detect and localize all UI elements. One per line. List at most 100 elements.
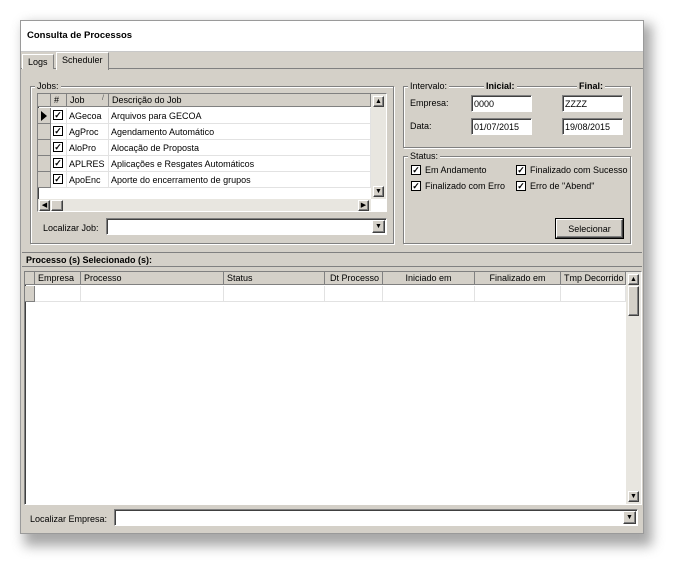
final-label: Final: [577,81,605,91]
empresa-search-label: Localizar Empresa: [30,514,108,524]
em-andamento-label: Em Andamento [425,165,487,175]
checkbox-check-icon: ✓ [516,165,526,175]
indicator-header [38,94,51,107]
scroll-right-icon[interactable]: ▶ [358,200,369,211]
tmp-cell [561,286,626,302]
job-checkbox[interactable]: ✓ [53,174,63,184]
finalizado-column-header[interactable]: Finalizado em [475,272,561,285]
tab-logs[interactable]: Logs [22,54,54,69]
iniciado-cell [383,286,475,302]
checkbox-check-icon: ✓ [411,181,421,191]
processos-grid: Empresa Processo Status Dt Processo Inic… [24,271,642,505]
status-cell [224,286,325,302]
jobs-legend: Jobs: [35,81,61,91]
status-column-header[interactable]: Status [224,272,325,285]
job-row[interactable]: ✓ APLRES Aplicações e Resgates Automátic… [38,156,386,172]
job-check-cell[interactable]: ✓ [51,156,67,172]
inicial-label: Inicial: [484,81,517,91]
check-column-header[interactable]: # [51,94,67,107]
selecionar-button[interactable]: Selecionar [555,218,624,239]
empresa-cell [35,286,81,302]
sort-indicator-icon: / [102,95,104,102]
job-checkbox[interactable]: ✓ [53,126,63,136]
empresa-final-input[interactable]: ZZZZ [562,95,623,112]
finalizado-sucesso-label: Finalizado com Sucesso [530,165,628,175]
desc-column-header[interactable]: Descrição do Job [109,94,371,107]
chevron-down-icon[interactable]: ▼ [623,511,636,524]
job-search-label: Localizar Job: [43,223,99,233]
job-check-cell[interactable]: ✓ [51,124,67,140]
job-column-header[interactable]: Job / [67,94,109,107]
scroll-up-icon[interactable]: ▲ [628,274,639,285]
checkbox-check-icon: ✓ [516,181,526,191]
row-pointer-icon [41,111,47,121]
scroll-up-icon[interactable]: ▲ [373,96,384,107]
job-header-label: Job [70,95,85,105]
job-row[interactable]: ✓ ApoEnc Aporte do encerramento de grupo… [38,172,386,188]
row-indicator [38,140,51,156]
job-description: Aplicações e Resgates Automáticos [109,156,371,172]
intervalo-legend: Intervalo: [408,81,450,91]
indicator-header [25,272,35,285]
row-indicator [38,124,51,140]
erro-abend-checkbox[interactable]: ✓ Erro de "Abend" [516,180,626,193]
processos-title: Processo (s) Selecionado (s): [22,252,642,267]
status-legend: Status: [408,151,441,161]
job-description: Alocação de Proposta [109,140,371,156]
job-row[interactable]: ✓ AGecoa Arquivos para GECOA [38,108,386,124]
finalizado-erro-label: Finalizado com Erro [425,181,506,191]
em-andamento-checkbox[interactable]: ✓ Em Andamento [411,164,521,177]
intervalo-group: Intervalo: Inicial: Final: Empresa: 0000… [403,81,631,148]
jobs-horizontal-scrollbar[interactable]: ◀ ▶ [38,199,371,211]
table-row[interactable] [25,286,641,302]
job-checkbox[interactable]: ✓ [53,158,63,168]
scroll-down-icon[interactable]: ▼ [628,491,639,502]
window-title: Consulta de Processos [27,30,133,41]
finalizado-sucesso-checkbox[interactable]: ✓ Finalizado com Sucesso [516,164,630,177]
empresa-column-header[interactable]: Empresa [35,272,81,285]
job-code: AgProc [67,124,109,140]
tab-scheduler[interactable]: Scheduler [56,52,109,70]
job-search-combo[interactable]: ▼ [106,218,387,235]
scroll-thumb[interactable] [628,286,639,316]
job-row[interactable]: ✓ AloPro Alocação de Proposta [38,140,386,156]
scroll-thumb[interactable] [51,200,63,211]
job-row[interactable]: ✓ AgProc Agendamento Automático [38,124,386,140]
dt-processo-column-header[interactable]: Dt Processo [325,272,383,285]
job-description: Aporte do encerramento de grupos [109,172,371,188]
scroll-left-icon[interactable]: ◀ [39,200,50,211]
jobs-group: Jobs: # Job / Descrição do Job ✓ AGecoa … [30,81,394,244]
status-group: Status: ✓ Em Andamento ✓ Finalizado com … [403,151,631,244]
job-checkbox[interactable]: ✓ [53,110,63,120]
empresa-search-combo[interactable]: ▼ [114,509,638,526]
dt-processo-cell [325,286,383,302]
jobs-vertical-scrollbar[interactable]: ▲ ▼ [371,94,386,199]
job-check-cell[interactable]: ✓ [51,172,67,188]
empresa-inicial-input[interactable]: 0000 [471,95,532,112]
finalizado-erro-checkbox[interactable]: ✓ Finalizado com Erro [411,180,515,193]
job-checkbox[interactable]: ✓ [53,142,63,152]
scroll-down-icon[interactable]: ▼ [373,186,384,197]
current-row-indicator [38,108,51,124]
erro-abend-label: Erro de "Abend" [530,181,595,191]
main-window: Consulta de Processos Logs Scheduler Job… [20,20,644,534]
processos-vertical-scrollbar[interactable]: ▲ ▼ [626,272,641,504]
processo-cell [81,286,224,302]
empresa-label: Empresa: [410,98,449,108]
processo-column-header[interactable]: Processo [81,272,224,285]
checkbox-check-icon: ✓ [411,165,421,175]
job-code: AGecoa [67,108,109,124]
tab-bar: Logs Scheduler [21,52,643,70]
finalizado-cell [475,286,561,302]
job-check-cell[interactable]: ✓ [51,108,67,124]
iniciado-column-header[interactable]: Iniciado em [383,272,475,285]
row-indicator [38,156,51,172]
data-label: Data: [410,121,432,131]
chevron-down-icon[interactable]: ▼ [372,220,385,233]
data-inicial-input[interactable]: 01/07/2015 [471,118,532,135]
data-final-input[interactable]: 19/08/2015 [562,118,623,135]
tmp-column-header[interactable]: Tmp Decorrido [561,272,626,285]
job-code: AloPro [67,140,109,156]
job-check-cell[interactable]: ✓ [51,140,67,156]
jobs-grid: # Job / Descrição do Job ✓ AGecoa Arquiv… [37,93,387,212]
